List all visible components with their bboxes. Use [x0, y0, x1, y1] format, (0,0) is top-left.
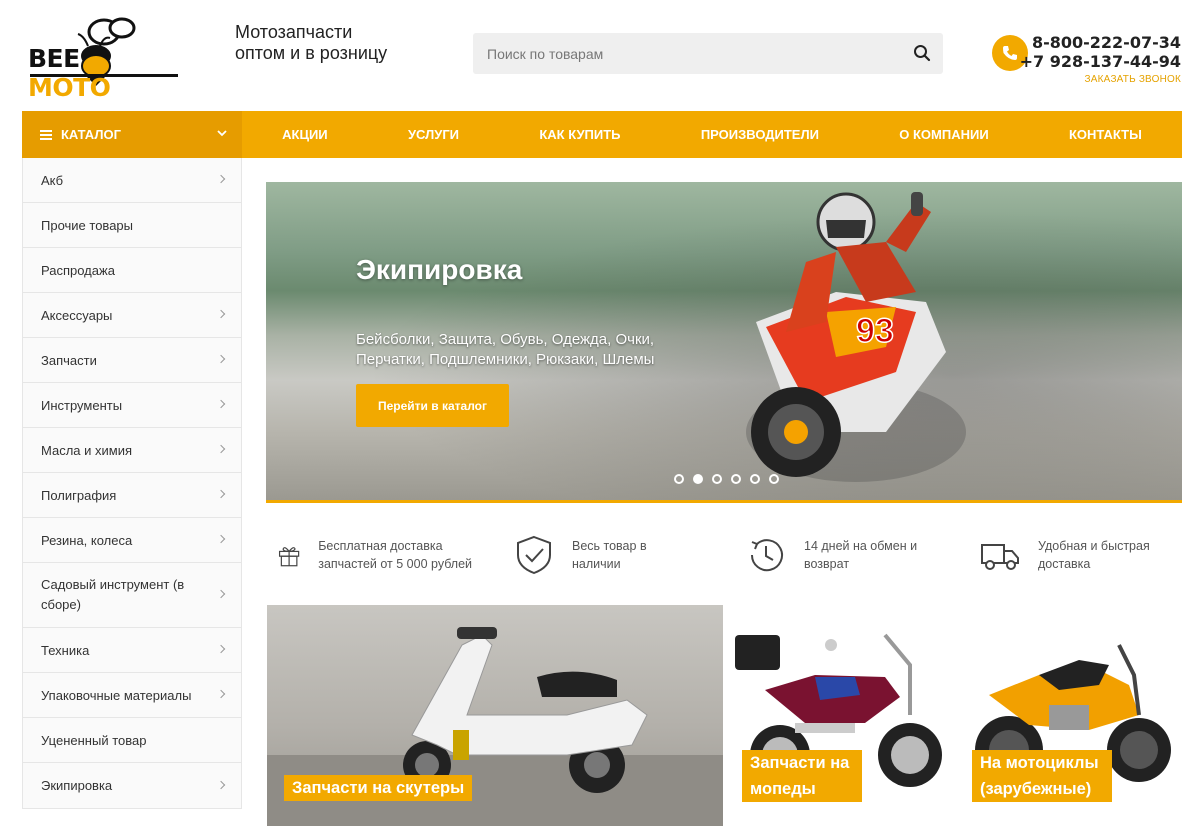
sidebar-item-label: Резина, колеса — [41, 532, 133, 548]
feature-text: Бесплатная доставка запчастей от 5 000 р… — [318, 539, 473, 571]
chevron-right-icon — [216, 689, 226, 699]
chevron-right-icon — [216, 399, 226, 409]
sidebar-item-other[interactable]: Прочие товары — [23, 203, 241, 248]
sidebar-item-accessories[interactable]: Аксессуары — [23, 293, 241, 338]
sidebar-item-discounted[interactable]: Уцененный товар — [23, 718, 241, 763]
sidebar-item-batteries[interactable]: Акб — [23, 158, 241, 203]
nav-item-promotions[interactable]: АКЦИИ — [282, 127, 328, 142]
logo-underline — [30, 74, 178, 77]
chevron-right-icon — [216, 644, 226, 654]
sidebar-item-label: Прочие товары — [41, 217, 133, 233]
sidebar-item-label: Садовый инструмент (в сборе) — [41, 577, 185, 612]
sidebar-item-label: Инструменты — [41, 397, 123, 413]
catalog-label: КАТАЛОГ — [61, 127, 121, 142]
tagline-line1: Мотозапчасти — [235, 22, 353, 42]
slider-dot[interactable] — [750, 474, 760, 484]
category-tile-motorcycle[interactable]: На мотоциклы (зарубежные) — [969, 605, 1182, 826]
motorcycle-rider-image: 93 — [746, 192, 966, 482]
menu-icon — [40, 129, 52, 140]
nav-item-services[interactable]: УСЛУГИ — [408, 127, 459, 142]
catalog-sidebar: Акб Прочие товары Распродажа Аксессуары … — [22, 158, 242, 809]
chevron-right-icon — [216, 309, 226, 319]
sidebar-item-garden-tools[interactable]: Садовый инструмент (в сборе) — [23, 563, 241, 628]
feature-free-delivery: Бесплатная доставка запчастей от 5 000 р… — [276, 520, 486, 590]
feature-text: 14 дней на обмен и возврат — [804, 539, 918, 571]
sidebar-item-tools[interactable]: Инструменты — [23, 383, 241, 428]
slider-dots — [674, 474, 779, 484]
chevron-right-icon — [216, 444, 226, 454]
sidebar-item-label: Распродажа — [41, 262, 115, 278]
sidebar-item-label: Полиграфия — [41, 487, 117, 503]
site-logo[interactable]: BEEMOTO — [26, 16, 182, 102]
nav-item-about[interactable]: О КОМПАНИИ — [899, 127, 988, 142]
sidebar-item-label: Аксессуары — [41, 307, 113, 323]
feature-delivery: Удобная и быстрая доставка — [978, 520, 1178, 590]
tile-label-moped: Запчасти на мопеды — [742, 750, 862, 802]
sidebar-item-gear[interactable]: Экипировка — [23, 763, 241, 808]
sidebar-item-machinery[interactable]: Техника — [23, 628, 241, 673]
hero-divider — [266, 500, 1182, 503]
chevron-right-icon — [216, 489, 226, 499]
page: BEEMOTO Мотозапчасти оптом и в розницу 8… — [0, 0, 1203, 826]
search-icon[interactable] — [913, 44, 931, 62]
sidebar-item-sale[interactable]: Распродажа — [23, 248, 241, 293]
sidebar-item-label: Масла и химия — [41, 442, 133, 458]
phone-number-1[interactable]: 8-800-222-07-34 — [1020, 33, 1181, 52]
sidebar-item-label: Экипировка — [41, 778, 113, 793]
nav-item-how-to-buy[interactable]: КАК КУПИТЬ — [539, 127, 620, 142]
slider-dot-active[interactable] — [693, 474, 703, 484]
sidebar-item-label: Акб — [41, 172, 64, 188]
tagline-line2: оптом и в розницу — [235, 43, 388, 63]
feature-return: 14 дней на обмен и возврат — [744, 520, 944, 590]
nav-items: АКЦИИ УСЛУГИ КАК КУПИТЬ ПРОИЗВОДИТЕЛИ О … — [242, 111, 1182, 158]
sidebar-item-printing[interactable]: Полиграфия — [23, 473, 241, 518]
slider-dot[interactable] — [712, 474, 722, 484]
search-bar — [473, 33, 943, 74]
shield-check-icon — [517, 535, 551, 575]
sidebar-item-packaging[interactable]: Упаковочные материалы — [23, 673, 241, 718]
hero-slider: 93 Экипировка Бейсболки, Защита, Обувь, … — [266, 182, 1182, 502]
nav-item-contacts[interactable]: КОНТАКТЫ — [1069, 127, 1142, 142]
truck-icon — [981, 544, 1019, 570]
chevron-down-icon — [217, 130, 227, 137]
sidebar-item-label: Упаковочные материалы — [41, 687, 192, 703]
features-row: Бесплатная доставка запчастей от 5 000 р… — [266, 520, 1182, 590]
slider-dot[interactable] — [674, 474, 684, 484]
clock-return-icon — [750, 539, 783, 572]
phone-number-2[interactable]: +7 928-137-44-94 — [1020, 52, 1181, 71]
feature-text: Весь товар в наличии — [572, 539, 647, 571]
logo-wordmark: BEEMOTO — [28, 44, 111, 102]
slider-dot[interactable] — [731, 474, 741, 484]
sidebar-item-tires[interactable]: Резина, колеса — [23, 518, 241, 563]
callback-link[interactable]: ЗАКАЗАТЬ ЗВОНОК — [1020, 74, 1181, 85]
hero-subtitle: Бейсболки, Защита, Обувь, Одежда, Очки, … — [356, 331, 655, 368]
category-tile-moped[interactable]: Запчасти на мопеды — [735, 605, 956, 826]
category-tile-scooter[interactable]: Запчасти на скутеры — [267, 605, 723, 826]
search-input[interactable] — [473, 33, 893, 74]
feature-in-stock: Весь товар в наличии — [512, 520, 682, 590]
chevron-right-icon — [216, 534, 226, 544]
nav-item-manufacturers[interactable]: ПРОИЗВОДИТЕЛИ — [701, 127, 819, 142]
chevron-right-icon — [216, 354, 226, 364]
feature-text: Удобная и быстрая доставка — [1038, 539, 1150, 571]
sidebar-item-oils[interactable]: Масла и химия — [23, 428, 241, 473]
sidebar-item-label: Техника — [41, 642, 90, 658]
chevron-right-icon — [216, 589, 226, 599]
sidebar-item-label: Запчасти — [41, 352, 97, 368]
sidebar-item-parts[interactable]: Запчасти — [23, 338, 241, 383]
phone-block: 8-800-222-07-34 +7 928-137-44-94 ЗАКАЗАТ… — [1020, 33, 1181, 85]
svg-text:93: 93 — [856, 312, 894, 350]
hero-title: Экипировка — [356, 254, 523, 285]
catalog-button[interactable]: КАТАЛОГ — [22, 111, 242, 158]
gift-icon — [278, 547, 300, 567]
chevron-right-icon — [216, 174, 226, 184]
chevron-right-icon — [216, 780, 226, 789]
main-nav: КАТАЛОГ АКЦИИ УСЛУГИ КАК КУПИТЬ ПРОИЗВОД… — [22, 111, 1182, 158]
sidebar-item-label: Уцененный товар — [41, 732, 147, 748]
tile-label-motorcycle: На мотоциклы (зарубежные) — [972, 750, 1112, 802]
slider-dot[interactable] — [769, 474, 779, 484]
tile-label-scooter: Запчасти на скутеры — [284, 775, 473, 801]
tagline: Мотозапчасти оптом и в розницу — [235, 22, 387, 64]
go-to-catalog-button[interactable]: Перейти в каталог — [356, 384, 509, 427]
